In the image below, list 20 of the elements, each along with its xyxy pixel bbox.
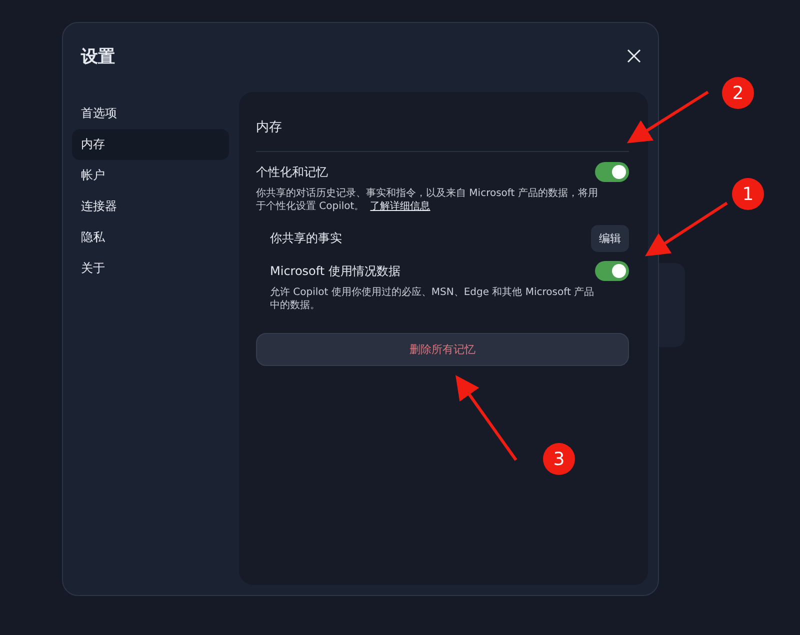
- step-badge: 1: [732, 178, 764, 210]
- learn-more-link[interactable]: 了解详细信息: [370, 201, 430, 212]
- delete-memories-button[interactable]: 删除所有记忆: [256, 333, 629, 366]
- setting-label: 你共享的事实: [270, 230, 342, 247]
- sidebar-item[interactable]: 关于: [72, 253, 229, 284]
- setting-description: 你共享的对话历史记录、事实和指令，以及来自 Microsoft 产品的数据，将用于个性化设置 Copilot。 了解详细信息: [256, 187, 599, 213]
- step-badge: 2: [722, 77, 754, 109]
- setting-description: 允许 Copilot 使用你使用过的必应、MSN、Edge 和其他 Microsoft 产品中的数据。: [270, 286, 596, 312]
- sidebar-item[interactable]: 内存: [72, 129, 229, 160]
- dialog-title: 设置: [81, 46, 115, 68]
- sidebar-item[interactable]: 首选项: [72, 98, 229, 129]
- toggle-switch[interactable]: [595, 261, 629, 281]
- setting-label: 个性化和记忆: [256, 164, 328, 180]
- sidebar-item[interactable]: 连接器: [72, 191, 229, 222]
- setting-label: Microsoft 使用情况数据: [270, 262, 400, 280]
- sidebar-item[interactable]: 帐户: [72, 160, 229, 191]
- edit-button[interactable]: 编辑: [591, 225, 629, 252]
- toggle-switch[interactable]: [595, 162, 629, 182]
- section-title: 内存: [256, 118, 629, 152]
- sidebar-item[interactable]: 隐私: [72, 222, 229, 253]
